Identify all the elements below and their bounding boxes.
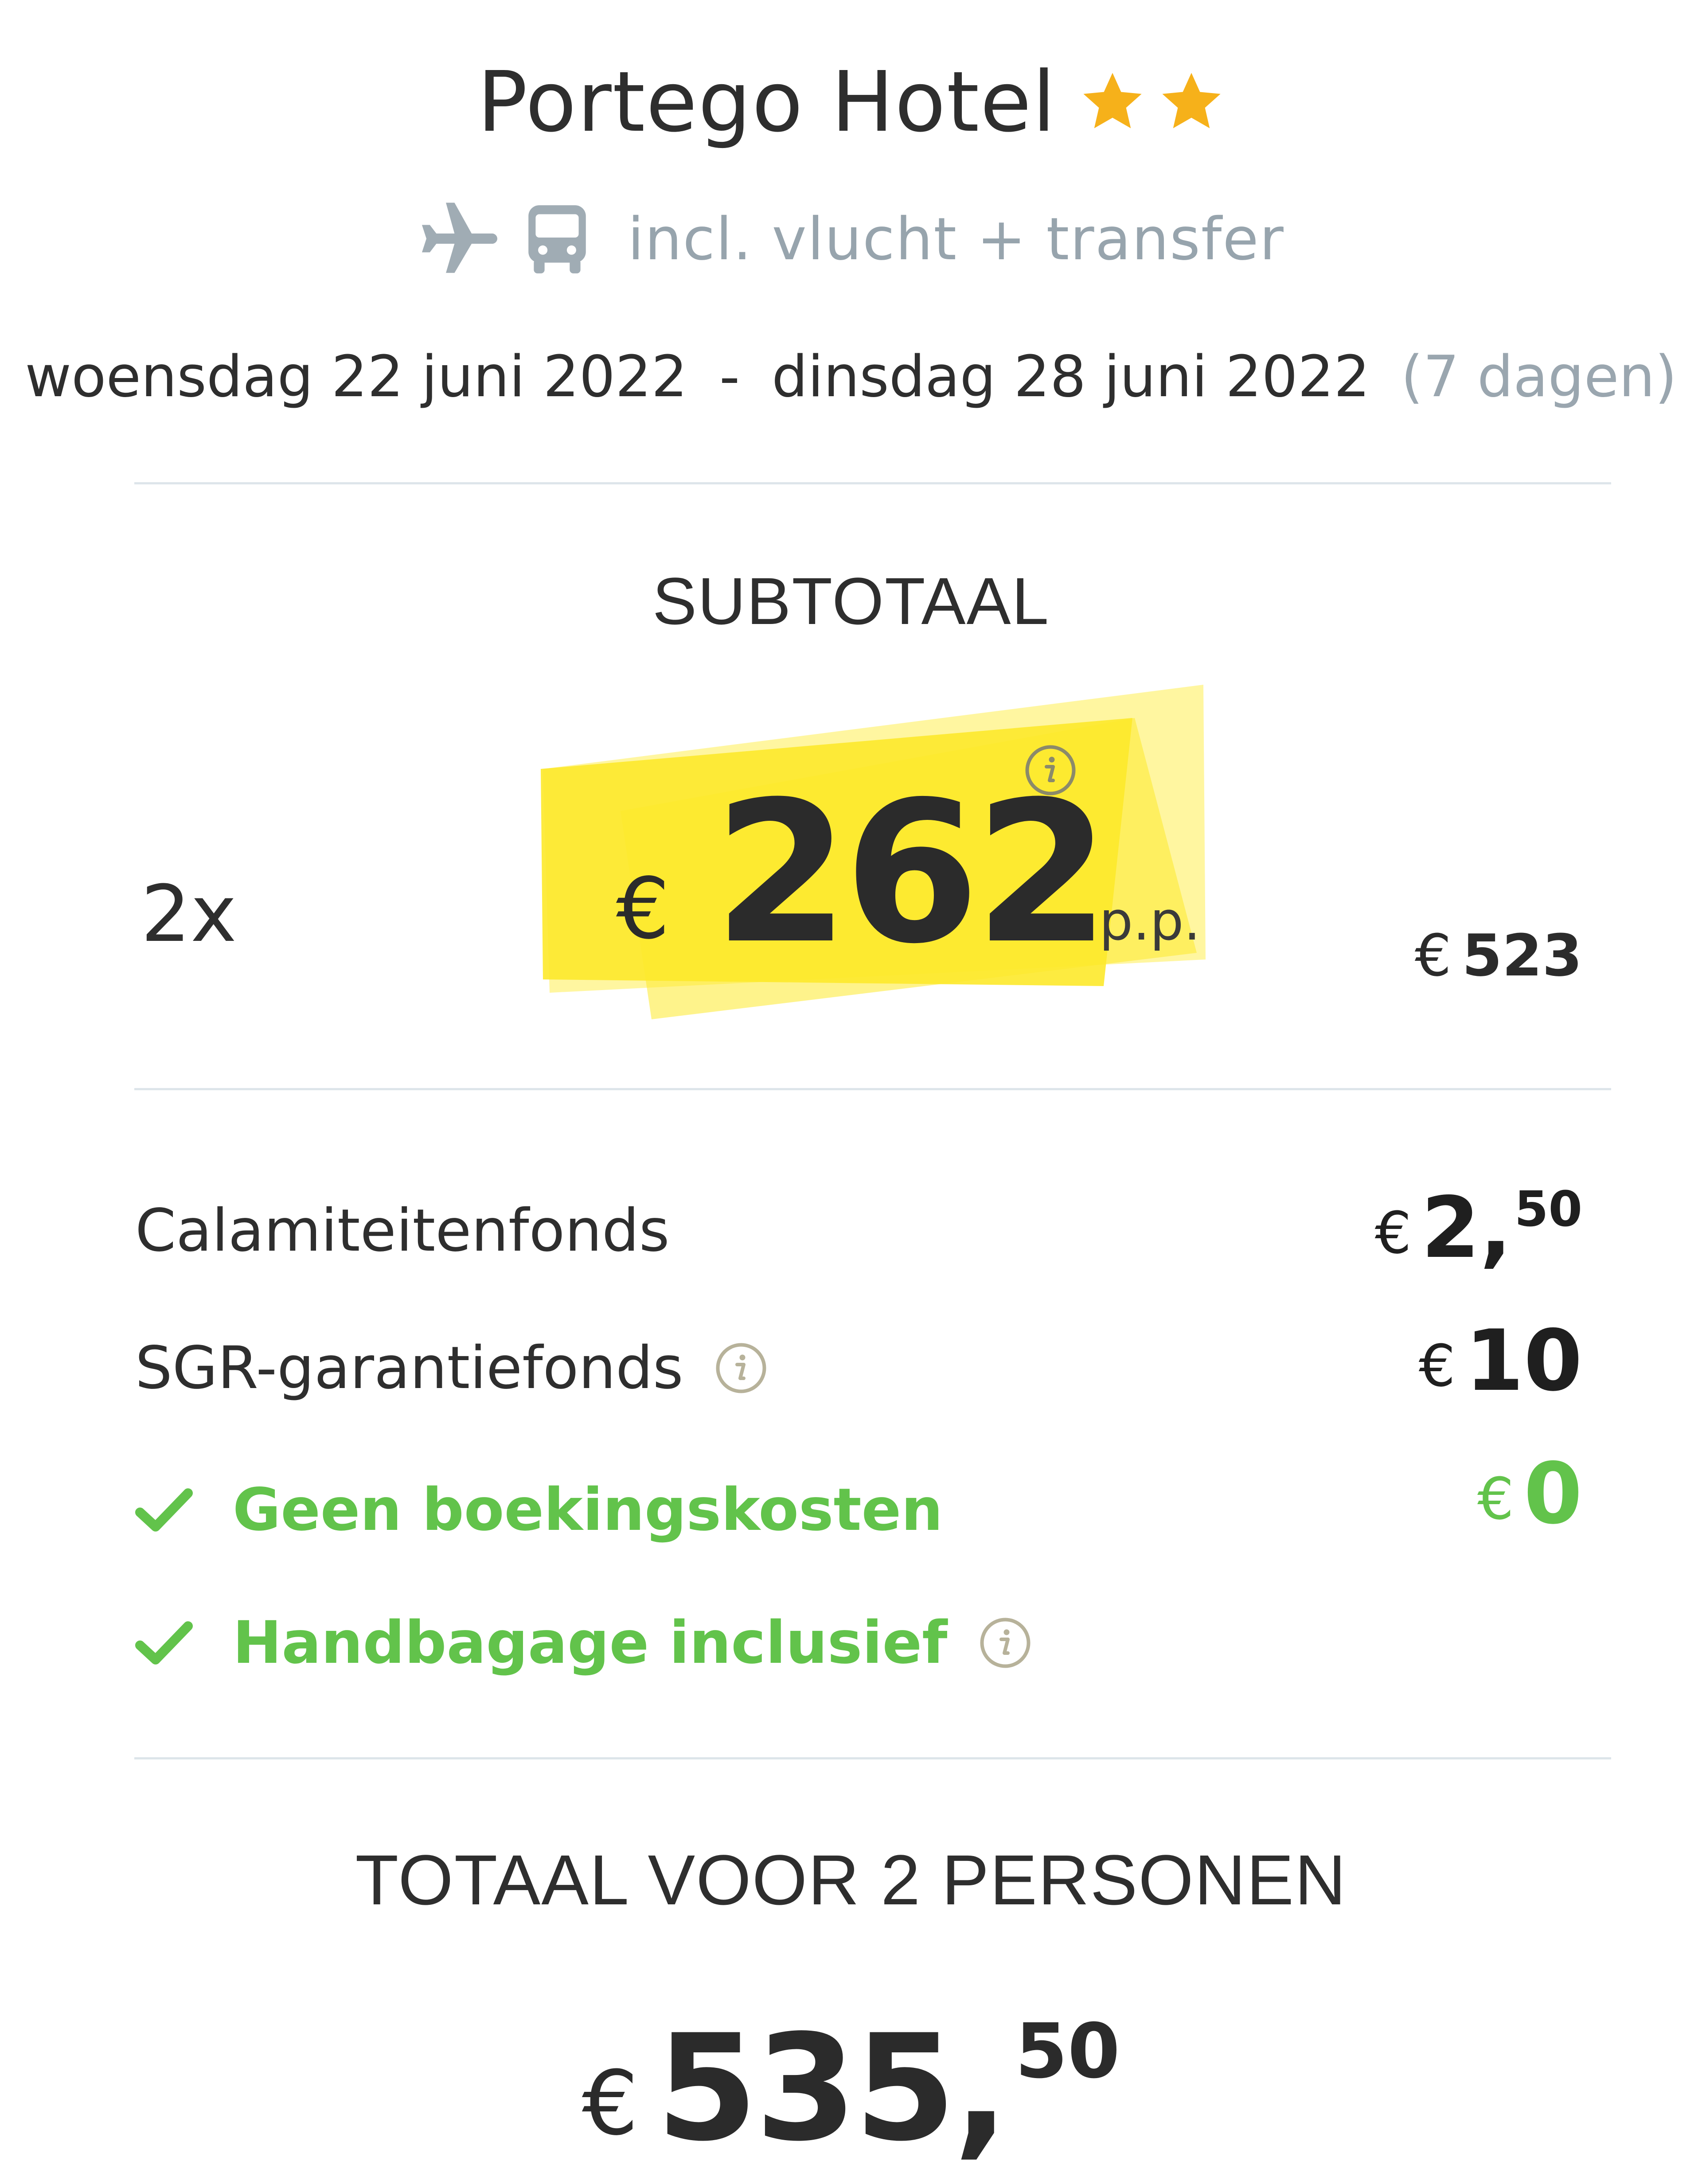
travel-dates: woensdag 22 juni 2022 - dinsdag 28 juni … (0, 337, 1702, 417)
star-rating (1079, 70, 1225, 134)
total-amount: € 535, 50 (0, 2003, 1702, 2173)
hand-luggage-info-icon[interactable] (979, 1616, 1032, 1669)
fee-value: 2, (1421, 1179, 1512, 1277)
currency-symbol: € (1374, 1199, 1412, 1267)
total-title: TOTAAL VOOR 2 PERSONEN (355, 1840, 1347, 1919)
price-info-icon[interactable] (1024, 744, 1077, 797)
divider (134, 1088, 1611, 1090)
line-total-amount: 523 (1462, 922, 1582, 989)
fee-value: 10 (1465, 1312, 1582, 1410)
divider (134, 1757, 1611, 1759)
currency-symbol: € (582, 2052, 639, 2155)
currency-symbol: € (1414, 922, 1452, 989)
price-per-person: € 262 p.p. (616, 745, 1237, 987)
fee-amount: €0 (1477, 1445, 1582, 1543)
per-person-label: p.p. (1099, 891, 1201, 952)
fee-amount: €2, 50 (1375, 1179, 1582, 1277)
fee-label: Calamiteitenfonds (135, 1197, 670, 1265)
end-date: dinsdag 28 juni 2022 (772, 343, 1370, 410)
fee-sgr-garantiefonds: SGR-garantiefonds (135, 1334, 768, 1402)
star-icon (1079, 70, 1146, 134)
bus-icon (524, 202, 617, 277)
traveler-quantity: 2x (141, 869, 237, 959)
start-date: woensdag 22 juni 2022 (25, 343, 687, 410)
included-text: incl. vlucht + transfer (628, 205, 1284, 273)
hotel-header: Portego Hotel (0, 49, 1702, 155)
total-cents: 50 (1015, 2008, 1120, 2095)
fee-cents: 50 (1514, 1181, 1582, 1237)
price-currency: € (616, 860, 670, 958)
hotel-name[interactable]: Portego Hotel (477, 54, 1056, 151)
fee-value: 0 (1523, 1445, 1582, 1543)
perk-no-booking-fee: Geen boekingskosten (135, 1476, 943, 1544)
fee-amount: €10 (1419, 1312, 1582, 1410)
trip-duration: (7 dagen) (1401, 343, 1677, 410)
date-separator: - (719, 343, 740, 410)
currency-symbol: € (1477, 1465, 1514, 1533)
perk-label: Handbagage inclusief (233, 1609, 948, 1677)
subtotal-title: SUBTOTAAL (652, 564, 1050, 638)
check-icon (135, 1488, 193, 1532)
airplane-icon (418, 202, 524, 277)
included-services: incl. vlucht + transfer (0, 195, 1702, 284)
subtotal-line-total: €523 (1415, 922, 1582, 989)
total-value: 535, (656, 2003, 1009, 2173)
perk-hand-luggage: Handbagage inclusief (135, 1609, 1032, 1677)
fee-calamiteitenfonds: Calamiteitenfonds (135, 1197, 670, 1265)
price-amount: 262 (714, 760, 1110, 987)
currency-symbol: € (1418, 1332, 1456, 1400)
perk-label: Geen boekingskosten (233, 1476, 943, 1544)
fee-label: SGR-garantiefonds (135, 1334, 683, 1402)
star-icon (1158, 70, 1225, 134)
divider (134, 482, 1611, 484)
check-icon (135, 1621, 193, 1665)
sgr-info-icon[interactable] (714, 1342, 768, 1395)
